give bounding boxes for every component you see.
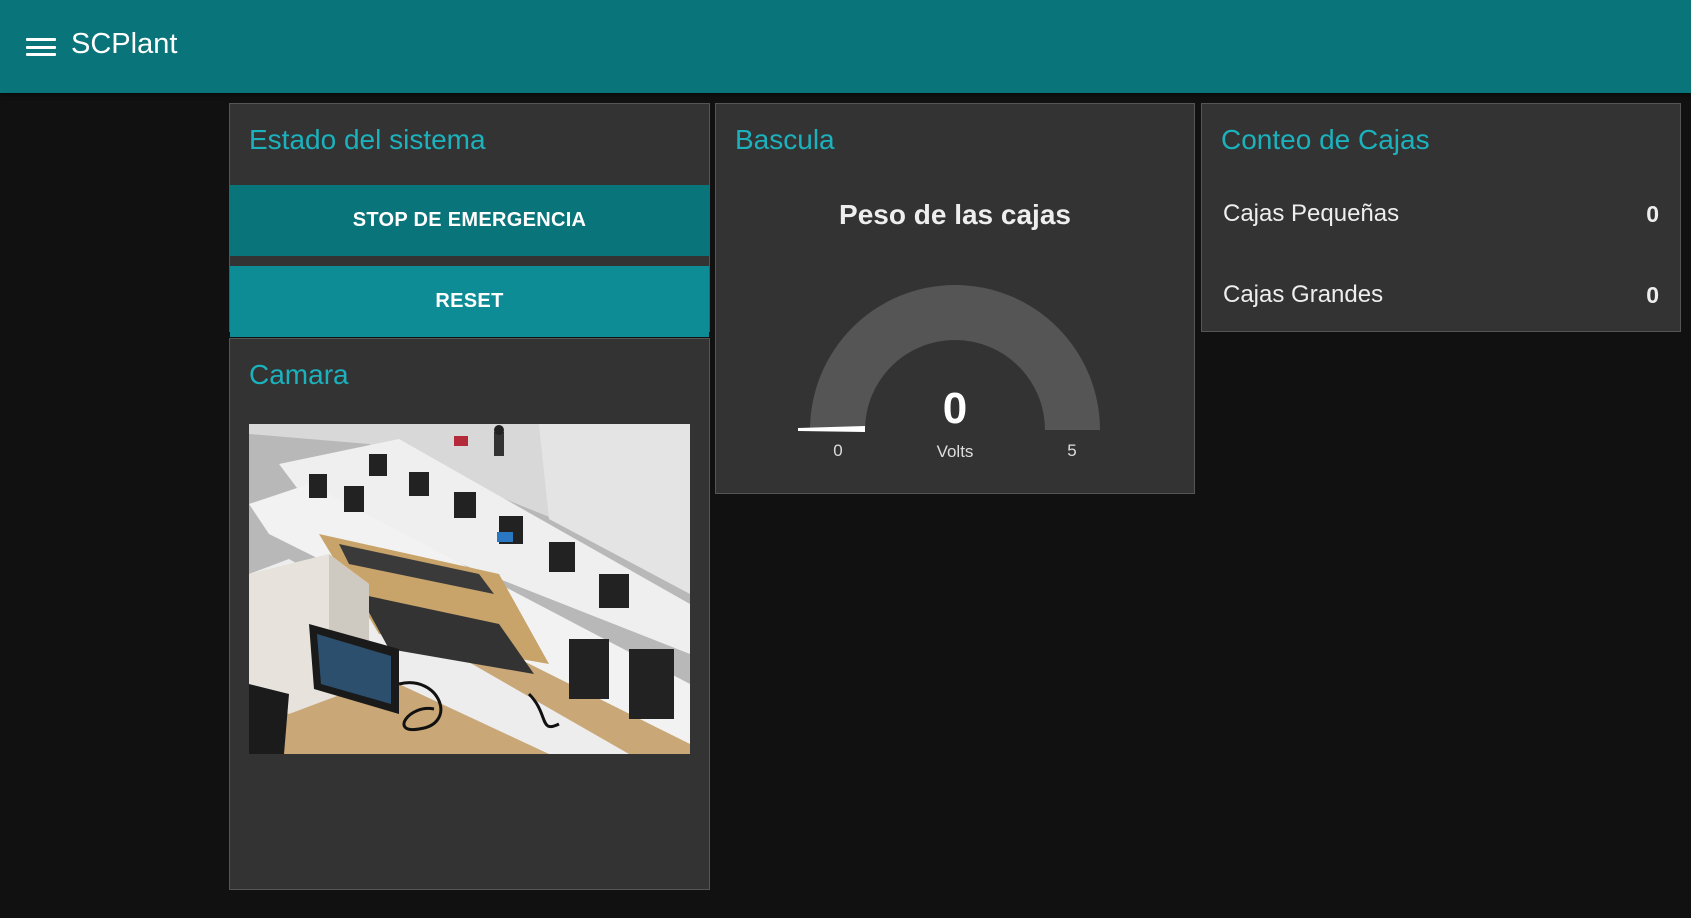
top-toolbar: SCPlant <box>0 0 1691 93</box>
estado-card: Estado del sistema STOP DE EMERGENCIA RE… <box>229 103 710 337</box>
camera-feed-image <box>249 424 690 754</box>
weight-gauge: 0 Volts 0 5 <box>798 285 1100 461</box>
count-row-small: Cajas Pequeñas 0 <box>1223 194 1659 234</box>
reset-button[interactable]: RESET <box>230 266 709 337</box>
conteo-card: Conteo de Cajas Cajas Pequeñas 0 Cajas G… <box>1201 103 1681 332</box>
hamburger-menu-icon[interactable] <box>24 34 58 60</box>
gauge-units: Volts <box>937 442 974 461</box>
gauge-max-label: 5 <box>1067 441 1076 460</box>
count-value-large: 0 <box>1646 281 1659 308</box>
conteo-title: Conteo de Cajas <box>1221 124 1430 155</box>
camara-card: Camara <box>229 338 710 890</box>
gauge-min-label: 0 <box>833 441 842 460</box>
count-row-large: Cajas Grandes 0 <box>1223 275 1659 315</box>
bascula-card: Bascula Peso de las cajas 0 Volts 0 5 <box>715 103 1195 494</box>
emergency-stop-button[interactable]: STOP DE EMERGENCIA <box>230 185 709 256</box>
count-value-small: 0 <box>1646 200 1659 227</box>
camara-title: Camara <box>249 359 349 390</box>
count-label-large: Cajas Grandes <box>1223 281 1384 308</box>
estado-title: Estado del sistema <box>249 124 486 155</box>
count-label-small: Cajas Pequeñas <box>1223 200 1400 227</box>
app-title: SCPlant <box>71 28 178 60</box>
gauge-value: 0 <box>943 384 967 433</box>
